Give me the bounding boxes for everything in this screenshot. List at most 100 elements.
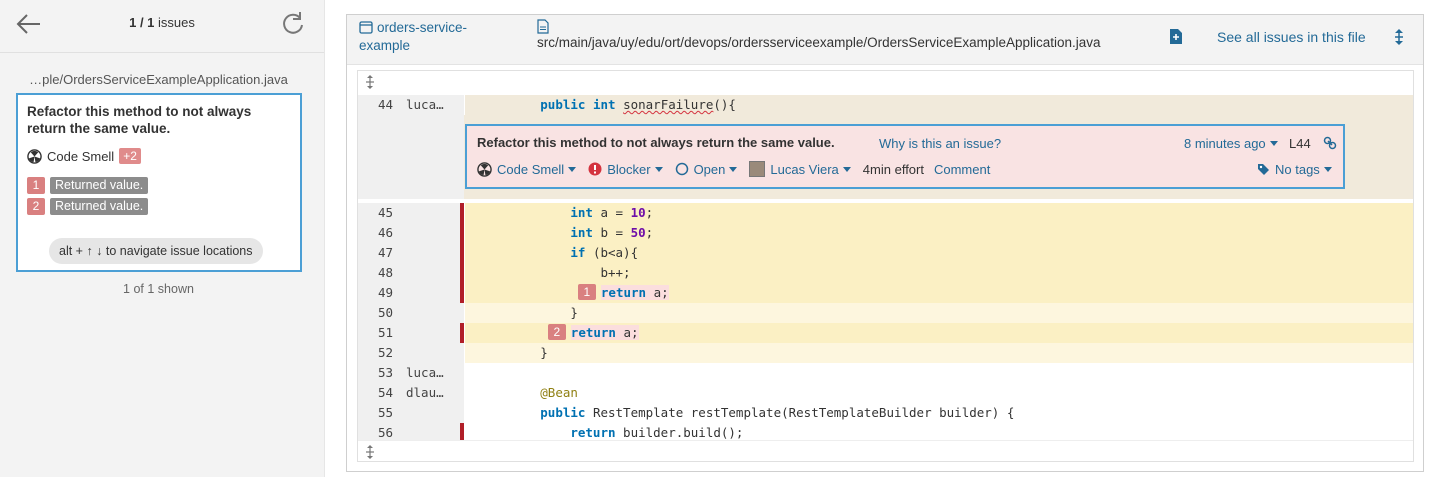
code-line-52: 52 } [358, 343, 1413, 363]
issue-pager: 1 / 1 issues [0, 15, 324, 30]
issue-type-dropdown[interactable]: Code Smell [477, 161, 577, 177]
line-number[interactable]: 47 [358, 243, 393, 263]
expand-below-icon[interactable] [364, 444, 376, 460]
project-name: orders-service-example [359, 20, 468, 53]
line-number[interactable]: 51 [358, 323, 393, 343]
new-file-icon[interactable] [1169, 28, 1183, 48]
tags-dropdown[interactable]: No tags [1257, 162, 1332, 177]
issue-type: Code Smell +2 [27, 148, 291, 164]
code-smell-icon [477, 161, 492, 177]
code-text: 1 return a; [465, 283, 1413, 303]
code-line-55: 55 public RestTemplate restTemplate(Rest… [358, 403, 1413, 423]
assignee-dropdown[interactable]: Lucas Viera [749, 161, 851, 177]
inline-location-marker[interactable]: 2 [547, 324, 566, 340]
tag-icon [1258, 164, 1269, 175]
line-number[interactable]: 45 [358, 203, 393, 223]
line-number[interactable]: 46 [358, 223, 393, 243]
inline-location-marker[interactable]: 1 [577, 284, 596, 300]
expand-icon[interactable] [1393, 28, 1405, 49]
open-status-icon [675, 162, 688, 176]
source-viewer: orders-service-example src/main/java/uy/… [346, 14, 1424, 472]
issue-type-label: Code Smell [497, 161, 565, 177]
permalink-icon[interactable] [1323, 136, 1337, 153]
location-row[interactable]: 2 Returned value. [27, 198, 291, 215]
why-issue-link[interactable]: Why is this an issue? [879, 136, 1001, 151]
line-number[interactable]: 53 [358, 363, 393, 383]
location-number: 1 [27, 177, 45, 194]
code-text: @Bean [540, 385, 578, 400]
chevron-down-icon [1269, 141, 1278, 146]
issue-line-ref: L44 [1289, 136, 1311, 151]
scm-change-marker [460, 263, 464, 283]
avatar [749, 161, 766, 177]
line-number[interactable]: 54 [358, 383, 393, 403]
pager-suffix: issues [154, 15, 195, 30]
code-line-47: 47 if (b<a){ [358, 243, 1413, 263]
location-number: 2 [27, 198, 45, 215]
code-area: 44 luca… public int sonarFailure(){ Refa… [357, 70, 1414, 462]
code-line-54: 54 dlau… @Bean [358, 383, 1413, 403]
chevron-down-icon [729, 166, 738, 172]
viewer-header: orders-service-example src/main/java/uy/… [347, 15, 1423, 65]
inline-issue-row: Refactor this method to not always retur… [358, 115, 1413, 199]
reload-icon[interactable] [280, 10, 306, 36]
project-link[interactable]: orders-service-example [359, 19, 499, 55]
scm-change-marker [460, 283, 464, 303]
line-number[interactable]: 55 [358, 403, 393, 423]
code-text: 2 return a; [465, 323, 1413, 343]
file-icon [537, 19, 549, 34]
line-number[interactable]: 44 [358, 95, 393, 115]
location-text: Returned value. [50, 177, 149, 194]
see-all-issues-link[interactable]: See all issues in this file [1217, 29, 1366, 45]
selected-issue-card[interactable]: Refactor this method to not always retur… [16, 93, 302, 272]
comment-link[interactable]: Comment [934, 162, 990, 177]
sidebar-header: 1 / 1 issues [0, 0, 324, 53]
code-text: b++; [465, 263, 1413, 283]
inline-issue-title: Refactor this method to not always retur… [477, 135, 835, 150]
code-line-45: 45 int a = 10; [358, 203, 1413, 223]
code-smell-icon [27, 148, 42, 164]
scm-author[interactable]: luca… [406, 95, 464, 115]
issue-type-label: Code Smell [47, 148, 115, 164]
issue-meta-bar: Code Smell Blocker Open Lucas Viera 4min… [477, 161, 990, 177]
issue-time-dropdown[interactable]: 8 minutes ago [1184, 136, 1278, 151]
scm-change-marker [460, 243, 464, 263]
issue-locations: 1 Returned value. 2 Returned value. [27, 177, 291, 215]
issue-time-label: 8 minutes ago [1184, 136, 1266, 151]
chevron-down-icon [842, 166, 851, 172]
project-icon [359, 21, 373, 34]
tags-label: No tags [1275, 162, 1320, 177]
issue-file-label: …ple/OrdersServiceExampleApplication.jav… [29, 72, 288, 87]
blocker-icon [588, 162, 602, 176]
code-text: } [465, 303, 1413, 323]
inline-issue-box[interactable]: Refactor this method to not always retur… [465, 124, 1345, 189]
chevron-down-icon [1323, 167, 1332, 172]
line-number[interactable]: 48 [358, 263, 393, 283]
code-line-53: 53 luca… [358, 363, 1413, 383]
line-number[interactable]: 49 [358, 283, 393, 303]
effort-label: 4min effort [862, 161, 924, 177]
scm-author[interactable]: luca… [406, 363, 464, 383]
code-line-44: 44 luca… public int sonarFailure(){ [358, 95, 1413, 115]
expand-above-icon[interactable] [364, 74, 376, 90]
line-number[interactable]: 52 [358, 343, 393, 363]
severity-dropdown[interactable]: Blocker [588, 161, 663, 177]
navigation-hint: alt + ↑ ↓ to navigate issue locations [49, 238, 263, 264]
location-row[interactable]: 1 Returned value. [27, 177, 291, 194]
code-text: if (b<a){ [465, 243, 1413, 263]
status-dropdown[interactable]: Open [675, 162, 738, 177]
code-text: public int sonarFailure(){ [465, 95, 1413, 115]
code-line-51: 51 2 return a; [358, 323, 1413, 343]
scm-author[interactable]: dlau… [406, 383, 464, 403]
issues-sidebar: 1 / 1 issues …ple/OrdersServiceExampleAp… [0, 0, 325, 477]
severity-label: Blocker [607, 161, 651, 177]
code-line-48: 48 b++; [358, 263, 1413, 283]
scm-change-marker [460, 323, 464, 343]
scm-change-marker [460, 223, 464, 243]
issue-title: Refactor this method to not always retur… [27, 104, 252, 136]
expand-below-row [358, 440, 1413, 461]
code-line-46: 46 int b = 50; [358, 223, 1413, 243]
line-number[interactable]: 50 [358, 303, 393, 323]
code-text: } [465, 343, 1413, 363]
